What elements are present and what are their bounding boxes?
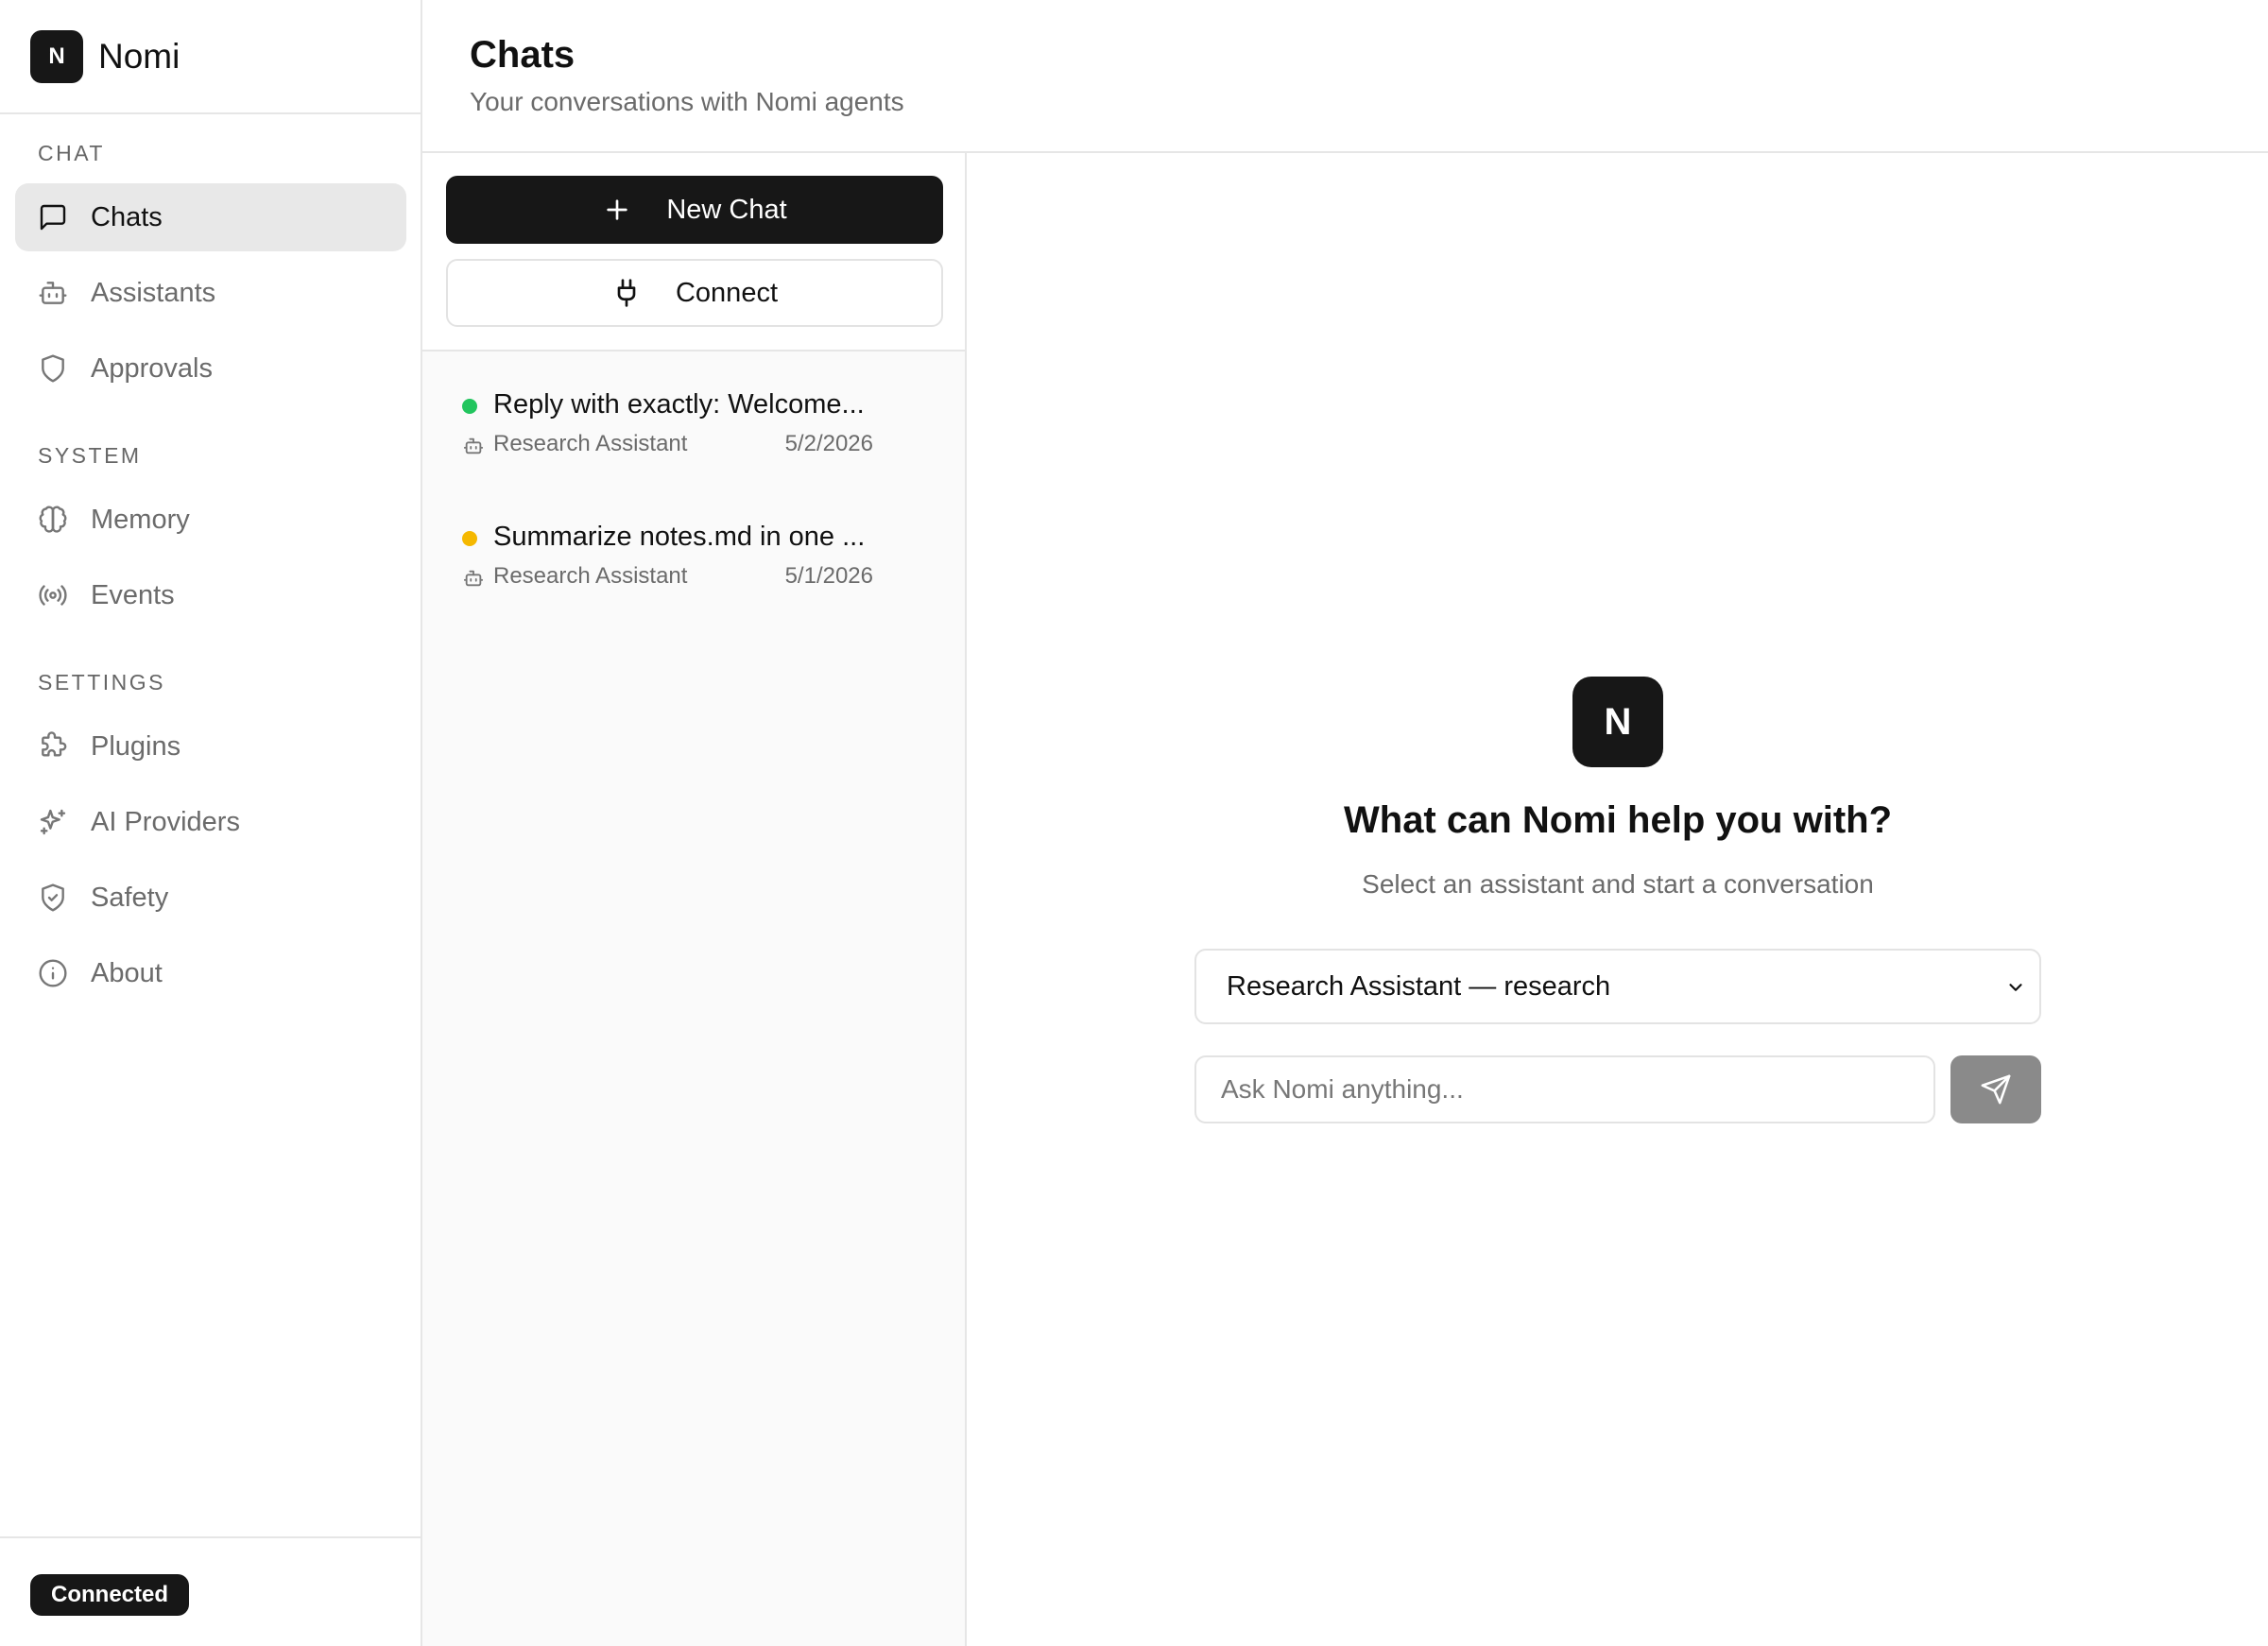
chat-date: 5/2/2026 [784,431,873,456]
sidebar-item-ai-providers[interactable]: AI Providers [15,788,406,856]
new-chat-label: New Chat [666,194,787,225]
chat-assistant-name: Research Assistant [493,431,688,456]
send-button[interactable] [1950,1055,2041,1123]
brand: N Nomi [0,0,421,114]
sparkles-icon [40,809,66,835]
connect-button[interactable]: Connect [446,259,943,327]
radio-icon [39,585,67,606]
chat-status-dot [462,399,477,414]
shield-check-icon [42,883,64,912]
new-chat-button[interactable]: New Chat [446,176,943,244]
sidebar-item-memory[interactable]: Memory [15,486,406,554]
shield-icon [42,354,64,383]
sidebar-item-label: Chats [91,201,163,232]
welcome-subtitle: Select an assistant and start a conversa… [1362,869,1874,899]
sidebar-item-about[interactable]: About [15,939,406,1007]
welcome-title: What can Nomi help you with? [1344,799,1892,841]
app-name: Nomi [98,36,180,76]
sidebar-item-safety[interactable]: Safety [15,864,406,932]
send-icon [1981,1074,2011,1105]
plus-icon [607,199,627,220]
bot-icon [463,570,484,587]
info-icon [39,959,67,987]
sidebar-item-label: Plugins [91,730,181,762]
chat-list-item[interactable]: Summarize notes.md in one ... Research A… [422,497,965,620]
brain-icon [39,506,67,533]
sidebar-item-approvals[interactable]: Approvals [15,334,406,403]
chat-status-dot [462,531,477,546]
chat-main: N What can Nomi help you with? Select an… [967,153,2268,1646]
message-square-icon [40,204,66,231]
sidebar-item-label: Events [91,579,175,610]
chat-list-actions: New Chat Connect [422,153,965,351]
connect-label: Connect [675,277,778,308]
section-title-system: SYSTEM [38,443,142,468]
bot-icon [463,437,484,454]
sidebar-item-label: Memory [91,504,190,535]
nomi-logo: N [1572,677,1663,767]
puzzle-icon [42,731,67,757]
sidebar-item-label: AI Providers [91,806,240,837]
chat-list-panel: New Chat Connect Reply with exactly: Wel… [422,153,967,1646]
chat-title: Summarize notes.md in one ... [493,522,866,552]
sidebar-item-plugins[interactable]: Plugins [15,712,406,780]
plug-icon [617,279,636,307]
sidebar-footer: Connected [0,1536,421,1646]
page-title: Chats [470,34,576,76]
sidebar-item-events[interactable]: Events [15,561,406,629]
app-logo: N [30,29,83,83]
assistant-select-value: Research Assistant — research [1227,970,1611,1002]
bot-icon [39,282,67,304]
assistant-select[interactable]: Research Assistant — research [1194,949,2041,1024]
sidebar-item-assistants[interactable]: Assistants [15,259,406,327]
message-input[interactable] [1194,1055,1935,1123]
sidebar-item-label: Assistants [91,277,216,308]
page-subtitle: Your conversations with Nomi agents [470,87,904,116]
chat-list-item[interactable]: Reply with exactly: Welcome... Research … [422,365,965,488]
chat-date: 5/1/2026 [784,563,873,589]
chat-assistant-name: Research Assistant [493,563,688,589]
section-title-chat: CHAT [38,141,105,165]
connection-status-badge: Connected [30,1574,190,1616]
sidebar-item-chats[interactable]: Chats [15,183,406,251]
sidebar-item-label: Safety [91,882,169,913]
chat-title: Reply with exactly: Welcome... [493,389,865,420]
sidebar-item-label: Approvals [91,352,213,384]
sidebar-item-label: About [91,957,163,988]
page-header: Chats Your conversations with Nomi agent… [422,0,2268,153]
section-title-settings: SETTINGS [38,670,166,694]
chevron-down-icon [2009,984,2022,991]
sidebar: N Nomi CHAT Chats Assistants Approvals S… [0,0,422,1646]
